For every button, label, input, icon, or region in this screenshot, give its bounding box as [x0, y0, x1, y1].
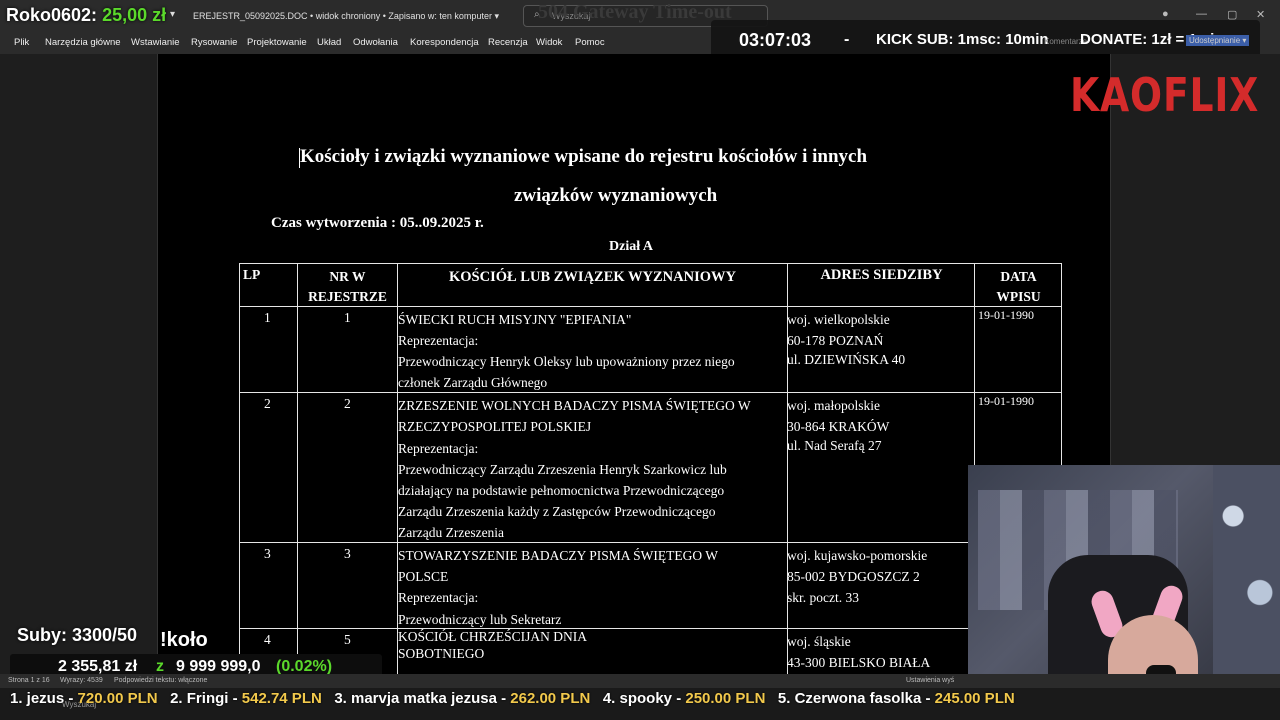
row1-name-line1: ŚWIECKI RUCH MISYJNY "EPIFANIA"	[398, 312, 632, 327]
row4-addr-line1: woj. śląskie	[787, 634, 851, 649]
row1-name-line3: Przewodniczący Henryk Oleksy lub upoważn…	[398, 354, 735, 369]
header-data-line1: DATA	[1000, 269, 1037, 284]
table-border	[297, 263, 298, 683]
text-predictions[interactable]: Podpowiedzi tekstu: włączone	[114, 677, 207, 684]
menu-narzedzia-glowne[interactable]: Narzędzia główne	[45, 37, 121, 48]
row4-lp: 4	[264, 632, 271, 647]
header-nr-line2: REJESTRZE	[308, 289, 387, 304]
row2-name-line2: RZECZYPOSPOLITEJ POLSKIEJ	[398, 419, 592, 434]
profile-icon[interactable]: ●	[1162, 8, 1169, 20]
document-heading-line1: Kościoły i związki wyznaniowe wpisane do…	[300, 146, 868, 167]
row2-addr-line1: woj. małopolskie	[787, 398, 880, 413]
wheel-command: !koło	[160, 629, 208, 651]
menu-pomoc[interactable]: Pomoc	[575, 37, 605, 48]
page-indicator[interactable]: Strona 1 z 16	[8, 677, 50, 684]
ticker-amount-2: 542.74 PLN	[241, 690, 322, 707]
row2-name-line4: Przewodniczący Zarządu Zrzeszenia Henryk…	[398, 462, 727, 477]
document-heading-line2: związków wyznaniowych	[514, 185, 718, 206]
recent-donation: Roko0602: 25,00 zł	[6, 5, 166, 26]
row2-addr-line3: ul. Nad Serafą 27	[787, 438, 882, 453]
donation-amount: 25,00 zł	[102, 5, 167, 25]
ticker-rank-3: 3. marvja matka jezusa -	[334, 690, 511, 707]
row2-name-line6: Zarządu Zrzeszenia każdy z Zastępców Prz…	[398, 504, 716, 519]
header-nr-line1: NR W	[329, 269, 366, 284]
row2-addr-line2: 30-864 KRAKÓW	[787, 419, 890, 434]
timer-separator: -	[844, 31, 850, 48]
row1-lp: 1	[264, 310, 271, 325]
word-count[interactable]: Wyrazy: 4539	[60, 677, 103, 684]
row2-date: 19-01-1990	[978, 394, 1034, 408]
row2-name-line3: Reprezentacja:	[398, 441, 479, 456]
ticker-rank-4: 4. spooky -	[602, 690, 686, 707]
top-donors-ticker: 1. jezus - 720.00 PLN 2. Fringi - 542.74…	[10, 690, 1015, 707]
row3-lp: 3	[264, 546, 271, 561]
menu-odwolania[interactable]: Odwołania	[353, 37, 398, 48]
display-settings[interactable]: Ustawienia wyś	[906, 677, 954, 684]
creation-date: Czas wytworzenia : 05..09.2025 r.	[271, 215, 484, 231]
ticker-amount-1: 720.00 PLN	[77, 690, 158, 707]
table-border	[239, 263, 1062, 264]
row3-name-line3: Reprezentacja:	[398, 590, 479, 605]
row2-nr: 2	[344, 396, 351, 411]
share-button[interactable]: Udostępnianie ▾	[1186, 35, 1250, 46]
row3-nr: 3	[344, 546, 351, 561]
subs-counter: Suby: 3300/50	[17, 625, 138, 645]
row3-name-line2: POLSCE	[398, 569, 449, 584]
minimize-icon[interactable]: —	[1196, 8, 1207, 20]
menu-wstawianie[interactable]: Wstawianie	[131, 37, 180, 48]
row3-name-line4: Przewodniczący lub Sekretarz	[398, 612, 562, 627]
menu-korespondencja[interactable]: Korespondencja	[410, 37, 479, 48]
kick-sub-rate: KICK SUB: 1msc: 10min	[876, 31, 1049, 48]
row2-name-line5: działający na podstawie pełnomocnictwa P…	[398, 483, 725, 498]
gateway-error-overlay: 504 Gateway Time-out	[538, 1, 732, 23]
row4-addr-line2: 43-300 BIELSKO BIAŁA	[787, 655, 931, 670]
header-lp: LP	[243, 267, 261, 282]
ticker-amount-4: 250.00 PLN	[685, 690, 766, 707]
table-border	[239, 542, 1062, 543]
quick-access-dropdown[interactable]: ▾	[170, 9, 175, 20]
menu-recenzja[interactable]: Recenzja	[488, 37, 528, 48]
menu-projektowanie[interactable]: Projektowanie	[247, 37, 307, 48]
menu-rysowanie[interactable]: Rysowanie	[191, 37, 237, 48]
row1-name-line4: członek Zarządu Głównego	[398, 375, 548, 390]
ticker-rank-1: 1. jezus -	[10, 690, 78, 707]
status-bar: Strona 1 z 16 Wyrazy: 4539 Podpowiedzi t…	[0, 674, 1280, 688]
document-title[interactable]: EREJESTR_05092025.DOC • widok chroniony …	[193, 11, 499, 22]
row4-name-line2: SOBOTNIEGO	[398, 646, 485, 661]
row2-lp: 2	[264, 396, 271, 411]
row4-nr: 5	[344, 632, 351, 647]
row1-addr-line1: woj. wielkopolskie	[787, 312, 890, 327]
section-title: Dział A	[609, 239, 653, 254]
menu-plik[interactable]: Plik	[14, 37, 29, 48]
row1-nr: 1	[344, 310, 351, 325]
ticker-rank-2: 2. Fringi -	[170, 690, 242, 707]
header-data-line2: WPISU	[996, 289, 1041, 304]
header-kosciol: KOŚCIÓŁ LUB ZWIĄZEK WYZNANIOWY	[449, 269, 736, 285]
table-border	[239, 263, 240, 683]
menu-widok[interactable]: Widok	[536, 37, 562, 48]
row1-date: 19-01-1990	[978, 308, 1034, 322]
ticker-amount-3: 262.00 PLN	[510, 690, 591, 707]
row3-addr-line3: skr. poczt. 33	[787, 590, 859, 605]
row3-name-line1: STOWARZYSZENIE BADACZY PISMA ŚWIĘTEGO W	[398, 548, 718, 563]
registry-table: LP NR W REJESTRZE KOŚCIÓŁ LUB ZWIĄZEK WY…	[239, 263, 1062, 683]
row4-name-line1: KOŚCIÓŁ CHRZEŚCIJAN DNIA	[398, 629, 588, 644]
channel-logo: KAOFLIX	[1070, 68, 1260, 122]
row2-name-line7: Zarządu Zrzeszenia	[398, 525, 505, 540]
row1-name-line2: Reprezentacja:	[398, 333, 479, 348]
subathon-timer: 03:07:03	[739, 30, 812, 50]
row3-addr-line2: 85-002 BYDGOSZCZ 2	[787, 569, 920, 584]
ticker-amount-5: 245.00 PLN	[934, 690, 1015, 707]
table-border	[239, 392, 1062, 393]
row1-addr-line2: 60-178 POZNAŃ	[787, 333, 884, 348]
row2-name-line1: ZRZESZENIE WOLNYCH BADACZY PISMA ŚWIĘTEG…	[398, 398, 751, 413]
row1-addr-line3: ul. DZIEWIŃSKA 40	[787, 352, 906, 367]
menu-uklad[interactable]: Układ	[317, 37, 341, 48]
ticker-rank-5: 5. Czerwona fasolka -	[777, 690, 935, 707]
donor-name: Roko0602:	[6, 5, 98, 25]
row3-addr-line1: woj. kujawsko-pomorskie	[787, 548, 928, 563]
close-icon[interactable]: ✕	[1256, 8, 1265, 21]
header-adres: ADRES SIEDZIBY	[820, 267, 943, 283]
